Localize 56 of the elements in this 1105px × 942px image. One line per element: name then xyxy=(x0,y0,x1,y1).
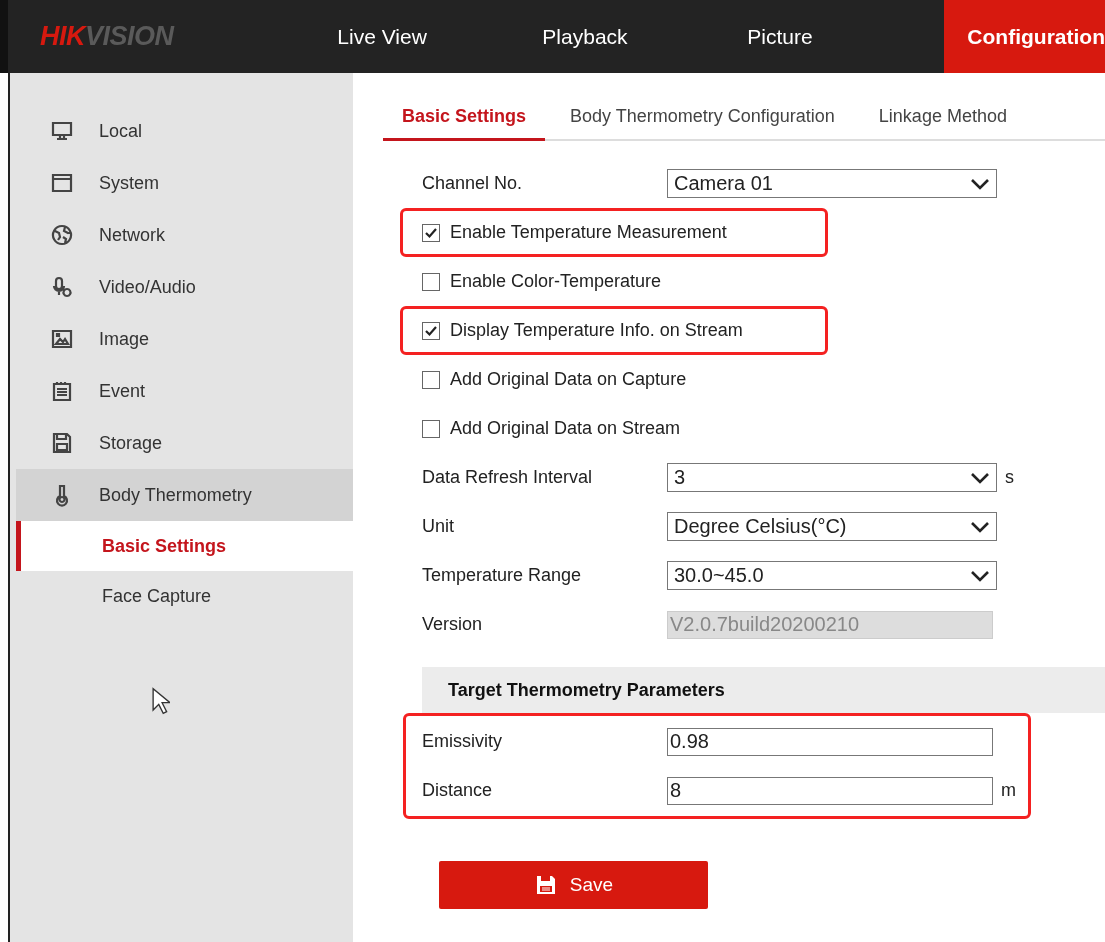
cursor-icon xyxy=(152,687,170,715)
notepad-icon xyxy=(50,379,74,403)
chevron-down-icon xyxy=(970,177,990,190)
dropdown[interactable]: Degree Celsius(°C) xyxy=(667,512,997,541)
checkbox[interactable] xyxy=(422,223,440,242)
input-field[interactable]: 0.98 xyxy=(667,727,993,756)
sidebar-item[interactable]: Storage xyxy=(16,417,353,469)
save-button[interactable]: Save xyxy=(439,861,708,909)
sidebar-subitem[interactable]: Basic Settings xyxy=(16,521,353,571)
tab[interactable]: Body Thermometry Configuration xyxy=(551,95,854,141)
version-field: V2.0.7build20200210 xyxy=(667,610,993,639)
field-label: Distance xyxy=(422,780,494,801)
unit-label: m xyxy=(1001,780,1016,801)
sidebar-item[interactable]: Image xyxy=(16,313,353,365)
unit-label: s xyxy=(1005,467,1014,488)
globe-icon xyxy=(50,223,74,247)
checkbox[interactable] xyxy=(422,419,440,438)
input-field[interactable]: 8 xyxy=(667,776,993,805)
field-label: Version xyxy=(422,614,484,635)
checkbox[interactable] xyxy=(422,272,440,291)
field-label: Temperature Range xyxy=(422,565,583,586)
field-label: Data Refresh Interval xyxy=(422,467,594,488)
chevron-down-icon xyxy=(970,471,990,484)
sidebar-item[interactable]: Local xyxy=(16,105,353,157)
nav-tab[interactable]: Live View xyxy=(329,0,535,73)
field-label: Channel No. xyxy=(422,173,524,194)
sidebar-item[interactable]: System xyxy=(16,157,353,209)
field-label: Unit xyxy=(422,516,455,537)
checkbox-label: Enable Temperature Measurement xyxy=(450,222,727,243)
sidebar-item[interactable]: Network xyxy=(16,209,353,261)
checkbox-label: Add Original Data on Capture xyxy=(450,369,687,390)
chevron-down-icon xyxy=(970,569,990,582)
image-icon xyxy=(50,327,74,351)
window-icon xyxy=(50,171,74,195)
field-label: Emissivity xyxy=(422,731,503,752)
dropdown[interactable]: 3 xyxy=(667,463,997,492)
nav-tab[interactable]: Configuration xyxy=(944,0,1105,73)
nav-tab[interactable]: Playback xyxy=(534,0,740,73)
sidebar-subitem[interactable]: Face Capture xyxy=(16,571,353,621)
checkbox[interactable] xyxy=(422,370,440,389)
section-header: Target Thermometry Parameters xyxy=(422,667,1105,713)
tab[interactable]: Basic Settings xyxy=(383,95,546,141)
dropdown[interactable]: Camera 01 xyxy=(667,169,997,198)
sidebar-item[interactable]: Video/Audio xyxy=(16,261,353,313)
checkbox-label: Enable Color-Temperature xyxy=(450,271,662,292)
sidebar-item[interactable]: Body Thermometry xyxy=(16,469,353,521)
dropdown[interactable]: 30.0~45.0 xyxy=(667,561,997,590)
nav-tab[interactable]: Picture xyxy=(739,0,945,73)
checkbox-label: Display Temperature Info. on Stream xyxy=(450,320,743,341)
sidebar-item[interactable]: Event xyxy=(16,365,353,417)
monitor-icon xyxy=(50,119,74,143)
tab[interactable]: Linkage Method xyxy=(859,95,1026,141)
microphone-icon xyxy=(50,275,74,299)
checkbox[interactable] xyxy=(422,321,440,340)
checkbox-label: Add Original Data on Stream xyxy=(450,418,681,439)
chevron-down-icon xyxy=(970,520,990,533)
